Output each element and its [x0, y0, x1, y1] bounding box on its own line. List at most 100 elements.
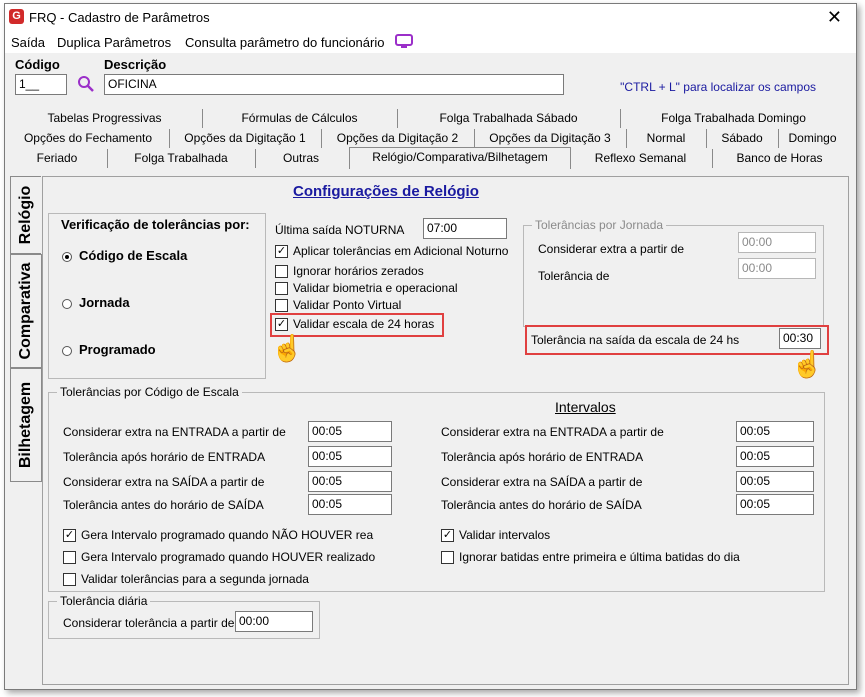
int-row3-input[interactable]: 00:05	[736, 471, 814, 492]
diaria-label: Considerar tolerância a partir de	[63, 616, 235, 630]
pointer-hand-icon-2: ☝	[791, 349, 824, 379]
jornada-tol-input[interactable]: 00:00	[738, 258, 816, 279]
title-bar: G FRQ - Cadastro de Parâmetros ✕	[5, 4, 856, 31]
ce-row4-label: Tolerância antes do horário de SAÍDA	[63, 498, 264, 512]
biometria-label: Validar biometria e operacional	[293, 281, 458, 295]
verificacao-group: Verificação de tolerâncias por: Código d…	[48, 213, 266, 379]
codigo-input[interactable]: 1__	[15, 74, 67, 95]
ultima-saida-input[interactable]: 07:00	[423, 218, 507, 239]
jornada-extra-label: Considerar extra a partir de	[538, 242, 685, 256]
validar-intervalos-label: Validar intervalos	[459, 528, 551, 542]
tab-folga-sabado[interactable]: Folga Trabalhada Sábado	[397, 109, 621, 128]
ultima-saida-label: Última saída NOTURNA	[275, 223, 405, 237]
tab-opcoes-digitacao-3[interactable]: Opções da Digitação 3	[474, 129, 627, 148]
checkbox-horarios-zerados[interactable]	[275, 265, 288, 278]
tab-outras[interactable]: Outras	[255, 149, 347, 168]
int-row1-label: Considerar extra na ENTRADA a partir de	[441, 425, 664, 439]
monitor-icon[interactable]	[395, 34, 414, 50]
int-row4-input[interactable]: 00:05	[736, 494, 814, 515]
ce-row3-label: Considerar extra na SAÍDA a partir de	[63, 475, 265, 489]
checkbox-ignorar-batidas[interactable]	[441, 551, 454, 564]
tab-row-1: Tabelas Progressivas Fórmulas de Cálculo…	[7, 109, 847, 128]
radio-jornada-label: Jornada	[79, 295, 130, 310]
gera-intervalo-nao-houver-label: Gera Intervalo programado quando NÃO HOU…	[81, 528, 374, 542]
jornada-group: Tolerâncias por Jornada Considerar extra…	[523, 218, 824, 327]
ce-row1-label: Considerar extra na ENTRADA a partir de	[63, 425, 286, 439]
window-title: FRQ - Cadastro de Parâmetros	[29, 10, 210, 25]
radio-codigo-escala-label: Código de Escala	[79, 248, 188, 263]
tab-row-2: Opções do Fechamento Opções da Digitação…	[7, 129, 847, 148]
tab-folga-trabalhada[interactable]: Folga Trabalhada	[107, 149, 256, 168]
tab-feriado[interactable]: Feriado	[7, 149, 108, 168]
checkbox-ponto-virtual[interactable]	[275, 299, 288, 312]
codigo-escala-title: Tolerâncias por Código de Escala	[57, 385, 242, 399]
ce-row4-input[interactable]: 00:05	[308, 494, 392, 515]
search-icon[interactable]	[77, 75, 95, 93]
checkbox-gera-intervalo-nao-houver[interactable]: ✓	[63, 529, 76, 542]
ce-row2-label: Tolerância após horário de ENTRADA	[63, 450, 266, 464]
side-tab-comparativa[interactable]: Comparativa	[10, 254, 42, 368]
descricao-input[interactable]: OFICINA	[104, 74, 564, 95]
side-tab-bilhetagem[interactable]: Bilhetagem	[10, 368, 42, 482]
menu-saida[interactable]: Saída	[11, 35, 45, 50]
tab-opcoes-digitacao-1[interactable]: Opções da Digitação 1	[169, 129, 322, 148]
side-tab-relogio[interactable]: Relógio	[10, 176, 41, 254]
jornada-title: Tolerâncias por Jornada	[532, 218, 667, 232]
relogio-panel: Configurações de Relógio Verificação de …	[42, 176, 849, 685]
tol-24hs-label: Tolerância na saída da escala de 24 hs	[531, 333, 740, 347]
descricao-label: Descrição	[104, 57, 167, 72]
tab-banco-horas[interactable]: Banco de Horas	[712, 149, 847, 168]
close-button[interactable]: ✕	[827, 7, 842, 27]
checkbox-validar-intervalos[interactable]: ✓	[441, 529, 454, 542]
section-title: Configurações de Relógio	[293, 183, 479, 200]
radio-programado[interactable]	[62, 346, 72, 356]
shortcut-hint: "CTRL + L" para localizar os campos	[620, 80, 816, 94]
codigo-label: Código	[15, 57, 60, 72]
menu-consulta-parametro[interactable]: Consulta parâmetro do funcionário	[185, 35, 384, 50]
horarios-zerados-label: Ignorar horários zerados	[293, 264, 424, 278]
escala-24h-label: Validar escala de 24 horas	[293, 317, 435, 331]
tab-tabelas-progressivas[interactable]: Tabelas Progressivas	[7, 109, 203, 128]
tab-reflexo-semanal[interactable]: Reflexo Semanal	[569, 149, 713, 168]
tab-relogio-comparativa-bilhetagem[interactable]: Relógio/Comparativa/Bilhetagem	[349, 147, 571, 169]
checkbox-biometria[interactable]	[275, 282, 288, 295]
ce-row1-input[interactable]: 00:05	[308, 421, 392, 442]
tab-folga-domingo[interactable]: Folga Trabalhada Domingo	[620, 109, 847, 128]
menu-bar: Saída Duplica Parâmetros Consulta parâme…	[5, 31, 856, 53]
tab-sabado[interactable]: Sábado	[706, 129, 779, 148]
intervalos-title: Intervalos	[555, 399, 616, 415]
checkbox-escala-24h[interactable]: ✓	[275, 318, 288, 331]
radio-codigo-escala[interactable]	[62, 252, 72, 262]
ce-row3-input[interactable]: 00:05	[308, 471, 392, 492]
codigo-escala-group: Tolerâncias por Código de Escala Interva…	[48, 385, 825, 592]
int-row1-input[interactable]: 00:05	[736, 421, 814, 442]
ponto-virtual-label: Validar Ponto Virtual	[293, 298, 402, 312]
jornada-tol-label: Tolerância de	[538, 269, 610, 283]
int-row3-label: Considerar extra na SAÍDA a partir de	[441, 475, 643, 489]
ce-row2-input[interactable]: 00:05	[308, 446, 392, 467]
side-tab-bilhetagem-label: Bilhetagem	[17, 381, 34, 469]
jornada-extra-input[interactable]: 00:00	[738, 232, 816, 253]
checkbox-adicional-noturno[interactable]: ✓	[275, 245, 288, 258]
adicional-noturno-label: Aplicar tolerâncias em Adicional Noturno	[293, 244, 509, 258]
pointer-hand-icon: ☝	[271, 333, 304, 363]
radio-jornada[interactable]	[62, 299, 72, 309]
checkbox-segunda-jornada[interactable]	[63, 573, 76, 586]
tab-opcoes-fechamento[interactable]: Opções do Fechamento	[7, 129, 170, 148]
menu-duplica-parametros[interactable]: Duplica Parâmetros	[57, 35, 171, 50]
tab-opcoes-digitacao-2[interactable]: Opções da Digitação 2	[321, 129, 475, 148]
gera-intervalo-houver-label: Gera Intervalo programado quando HOUVER …	[81, 550, 376, 564]
tab-domingo[interactable]: Domingo	[778, 129, 847, 148]
diaria-input[interactable]: 00:00	[235, 611, 313, 632]
tab-formulas-calculos[interactable]: Fórmulas de Cálculos	[202, 109, 398, 128]
ignorar-batidas-label: Ignorar batidas entre primeira e última …	[459, 550, 740, 564]
checkbox-gera-intervalo-houver[interactable]	[63, 551, 76, 564]
tab-normal[interactable]: Normal	[626, 129, 707, 148]
tol-24hs-input[interactable]: 00:30	[779, 328, 821, 349]
verificacao-title: Verificação de tolerâncias por:	[61, 217, 250, 232]
diaria-title: Tolerância diária	[57, 594, 151, 608]
app-logo-icon: G	[9, 9, 24, 24]
int-row2-label: Tolerância após horário de ENTRADA	[441, 450, 644, 464]
int-row2-input[interactable]: 00:05	[736, 446, 814, 467]
radio-programado-label: Programado	[79, 342, 156, 357]
